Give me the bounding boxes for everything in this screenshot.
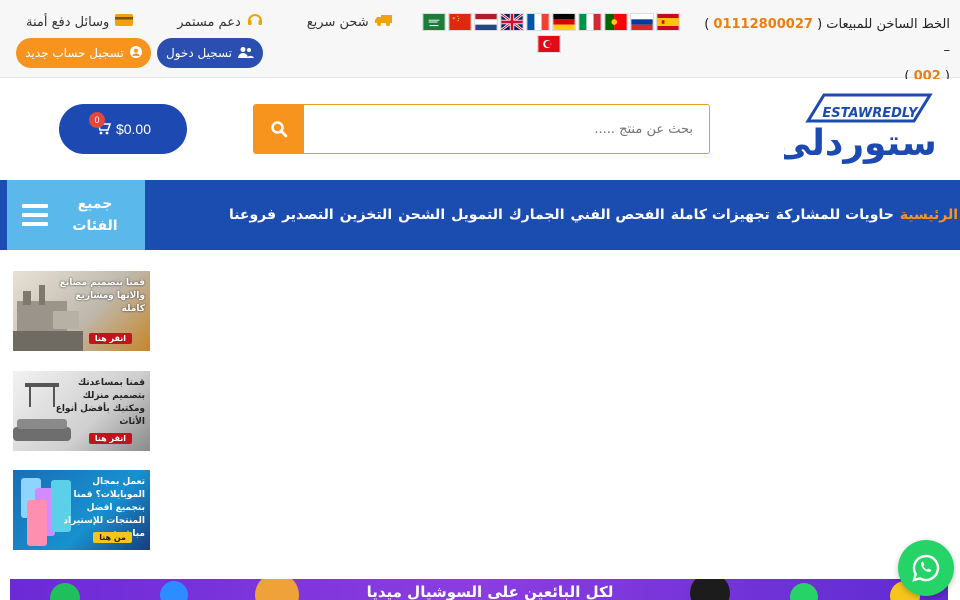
banner-cta[interactable]: انقر هنا <box>88 433 132 444</box>
cart-total: $0.00 <box>115 121 152 137</box>
nav-item-shared-containers[interactable]: حاويات للمشاركة <box>776 207 894 223</box>
nav-item-branches[interactable]: فروعنا <box>229 207 276 223</box>
hamburger-menu-icon <box>22 204 48 226</box>
search-icon <box>271 121 288 138</box>
language-flags <box>418 13 680 53</box>
nav-item-financing[interactable]: التمويل <box>451 207 503 223</box>
nav-menu: الرئيسية حاويات للمشاركة تجهيزات كاملة ا… <box>150 180 958 250</box>
banner-text: قمنا بتصميم مصانع والاتها ومشاريع كاملة <box>59 278 145 314</box>
feature-label: دعم مستمر <box>177 14 241 30</box>
decor-bubble <box>160 581 188 600</box>
page: الخط الساخن للمبيعات ( 01112800027 ) – (… <box>0 0 960 600</box>
login-label: تسجيل دخول <box>166 46 232 60</box>
flag-russia-icon[interactable] <box>630 13 654 31</box>
site-logo[interactable]: ESTAWREDLY إستوردلى <box>784 93 936 169</box>
truck-icon <box>374 13 393 31</box>
feature-list: شحن سريع دعم مستمر وسائل دفع أمنة <box>26 12 393 32</box>
nav-item-export[interactable]: التصدير <box>282 207 334 223</box>
all-categories-label: جميع الفئات <box>72 196 118 234</box>
users-icon <box>238 46 254 61</box>
nav-item-shipping[interactable]: الشحن <box>398 207 445 223</box>
search-button[interactable] <box>254 105 304 153</box>
feature-fast-shipping: شحن سريع <box>307 12 393 32</box>
nav-item-home[interactable]: الرئيسية <box>900 207 958 223</box>
flag-netherlands-icon[interactable] <box>474 13 498 31</box>
search-input[interactable] <box>304 105 709 153</box>
nav-item-inspection[interactable]: الفحص الفني <box>571 207 665 223</box>
banner-text: قمنا بمساعدتك بتصميم منزلك ومكتبك بأفضل … <box>55 378 145 427</box>
decor-bubble <box>50 583 80 600</box>
flag-turkey-icon[interactable] <box>537 35 561 53</box>
factory-design-banner[interactable]: قمنا بتصميم مصانع والاتها ومشاريع كاملة … <box>13 271 150 351</box>
login-button[interactable]: تسجيل دخول <box>157 38 263 68</box>
social-sellers-banner[interactable]: لكل البائعين على السوشيال ميديا <box>10 579 948 600</box>
logo-latin: ESTAWREDLY <box>822 106 919 121</box>
nav-item-storage[interactable]: التخزين <box>340 207 392 223</box>
headset-icon <box>247 12 263 32</box>
feature-label: شحن سريع <box>306 14 369 30</box>
credit-card-icon <box>115 13 134 31</box>
flag-germany-icon[interactable] <box>552 13 576 31</box>
register-label: تسجيل حساب جديد <box>25 46 124 60</box>
decor-bubble <box>255 579 299 600</box>
feature-continuous-support: دعم مستمر <box>177 12 263 32</box>
banner-cta[interactable]: انقر هنا <box>88 333 132 344</box>
cart-button[interactable]: $0.00 0 <box>59 104 187 154</box>
nav-item-complete-equipment[interactable]: تجهيزات كاملة <box>671 207 770 223</box>
hotline-label: الخط الساخن للمبيعات ( <box>817 17 950 32</box>
auth-buttons: تسجيل حساب جديد تسجيل دخول <box>16 38 263 68</box>
mobile-products-banner[interactable]: تعمل بمجال الموبايلات؟ قمنا بتجميع افضل … <box>13 470 150 550</box>
hotline-number[interactable]: 01112800027 <box>713 17 813 32</box>
flag-portugal-icon[interactable] <box>604 13 628 31</box>
flag-united-kingdom-icon[interactable] <box>500 13 524 31</box>
flag-saudi-arabia-icon[interactable] <box>422 13 446 31</box>
register-button[interactable]: تسجيل حساب جديد <box>16 38 151 68</box>
flag-italy-icon[interactable] <box>578 13 602 31</box>
cart-count-badge: 0 <box>89 112 105 128</box>
nav-item-customs[interactable]: الجمارك <box>509 207 565 223</box>
feature-label: وسائل دفع أمنة <box>26 14 110 30</box>
logo-arabic: إستوردلى <box>784 123 936 164</box>
decor-bubble <box>690 579 730 600</box>
flag-france-icon[interactable] <box>526 13 550 31</box>
whatsapp-icon <box>912 554 940 582</box>
banner-cta[interactable]: من هنا <box>93 532 132 543</box>
bottom-banner-text: لكل البائعين على السوشيال ميديا <box>366 583 614 600</box>
decor-bubble <box>790 583 818 600</box>
feature-secure-payment: وسائل دفع أمنة <box>26 12 134 32</box>
all-categories-button[interactable]: جميع الفئات <box>7 180 145 250</box>
user-plus-icon <box>129 45 142 61</box>
whatsapp-chat-button[interactable] <box>898 540 954 596</box>
search-bar <box>253 104 710 154</box>
flag-spain-icon[interactable] <box>656 13 680 31</box>
flag-china-icon[interactable] <box>448 13 472 31</box>
furniture-design-banner[interactable]: قمنا بمساعدتك بتصميم منزلك ومكتبك بأفضل … <box>13 371 150 451</box>
